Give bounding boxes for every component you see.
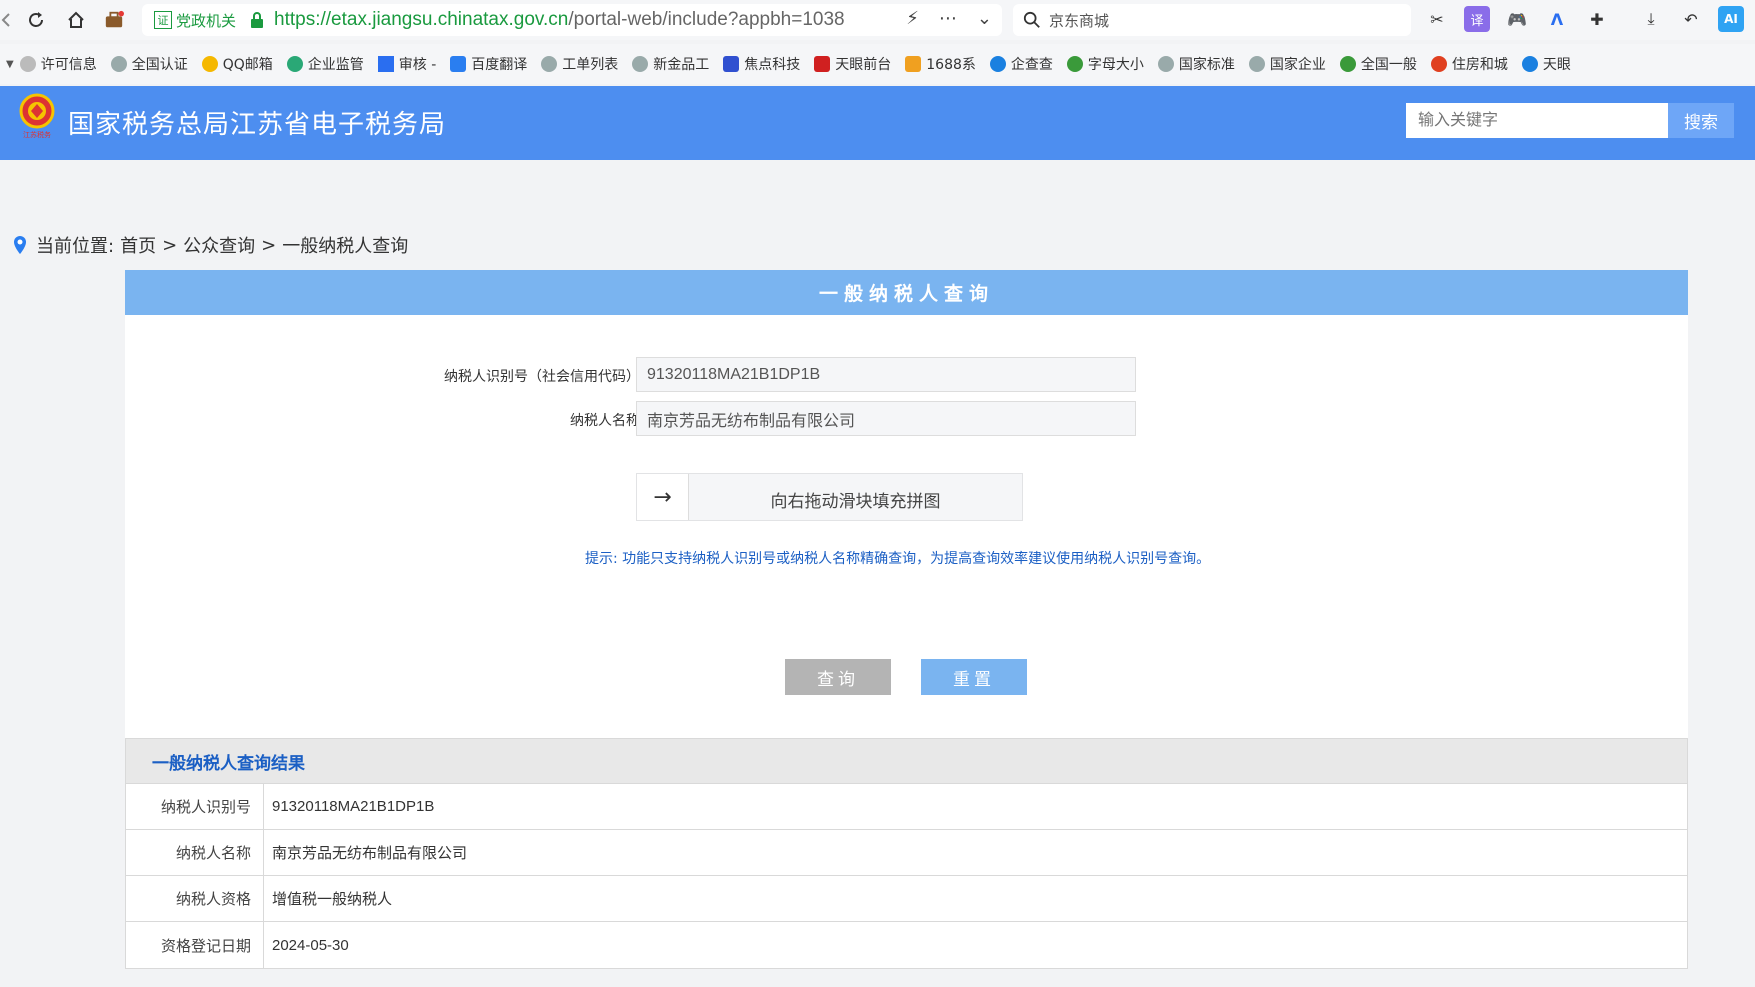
table-row: 纳税人资格 增值税一般纳税人 — [126, 876, 1687, 922]
url-path: /portal-web/include?appbh=1038 — [568, 9, 845, 30]
certificate-icon: 证 — [154, 11, 172, 29]
row-label: 纳税人资格 — [126, 876, 264, 921]
bookmark-item[interactable]: 住房和城 — [1430, 54, 1508, 74]
gov-badge: 证 党政机关 — [154, 10, 236, 31]
bookmark-item[interactable]: 字母大小 — [1066, 54, 1144, 74]
bookmark-item[interactable]: 企查查 — [989, 54, 1053, 74]
row-label: 纳税人名称 — [126, 830, 264, 875]
bookmark-item[interactable]: 全国一般 — [1339, 54, 1417, 74]
query-button[interactable]: 查询 — [785, 659, 891, 695]
breadcrumb-separator: > — [162, 234, 178, 256]
bookmark-item[interactable]: 工单列表 — [541, 54, 618, 74]
lightning-icon[interactable]: ⚡ — [906, 8, 919, 29]
search-icon — [1023, 11, 1040, 28]
query-panel: 一般纳税人查询 纳税人识别号（社会信用代码） 91320118MA21B1DP1… — [125, 270, 1688, 738]
table-row: 纳税人名称 南京芳品无纺布制品有限公司 — [126, 830, 1687, 876]
back-icon[interactable] — [0, 4, 12, 36]
search-button[interactable]: 搜索 — [1668, 103, 1734, 138]
browser-search[interactable]: 京东商城 — [1013, 4, 1411, 36]
bookmark-item[interactable]: 企业监管 — [286, 54, 364, 74]
bookmarks-menu-icon[interactable]: ▼ — [6, 59, 14, 70]
breadcrumb-label: 当前位置: — [36, 236, 115, 257]
undo-icon[interactable]: ↶ — [1678, 6, 1704, 32]
table-row: 资格登记日期 2024-05-30 — [126, 922, 1687, 968]
reset-button[interactable]: 重置 — [921, 659, 1027, 695]
scissors-icon[interactable]: ✂ — [1424, 6, 1450, 32]
briefcase-icon[interactable] — [98, 4, 130, 36]
ai-assistant-icon[interactable]: AI — [1718, 6, 1744, 32]
more-icon[interactable]: ⋯ — [939, 8, 957, 29]
bookmark-item[interactable]: 全国认证 — [110, 54, 188, 74]
bookmark-item[interactable]: 许可信息 — [19, 54, 97, 74]
row-value: 增值税一般纳税人 — [272, 891, 393, 908]
bookmark-item[interactable]: 焦点科技 — [723, 54, 800, 74]
result-title: 一般纳税人查询结果 — [126, 739, 1687, 784]
game-icon[interactable]: 🎮 — [1504, 6, 1530, 32]
keyword-search-input[interactable] — [1406, 103, 1668, 138]
slider-handle-arrow-icon[interactable]: → — [637, 474, 689, 520]
taxpayer-id-input[interactable]: 91320118MA21B1DP1B — [636, 357, 1136, 392]
reload-icon[interactable] — [20, 4, 52, 36]
chevron-down-icon[interactable]: ⌄ — [977, 8, 992, 29]
row-label: 资格登记日期 — [126, 922, 264, 968]
bookmark-item[interactable]: 天眼 — [1521, 54, 1571, 74]
taxpayer-name-row: 纳税人名称 南京芳品无纺布制品有限公司 — [125, 401, 1688, 437]
address-bar[interactable]: 证 党政机关 https://etax.jiangsu.chinatax.gov… — [142, 4, 1002, 36]
lock-icon — [251, 12, 264, 28]
translate-icon[interactable]: 译 — [1464, 6, 1490, 32]
breadcrumb: 当前位置: 首页 > 公众查询 > 一般纳税人查询 — [12, 232, 414, 258]
bookmark-item[interactable]: 百度翻译 — [450, 54, 527, 74]
taxpayer-id-row: 纳税人识别号（社会信用代码） 91320118MA21B1DP1B — [125, 357, 1688, 393]
row-value: 2024-05-30 — [272, 936, 349, 954]
taxpayer-name-input[interactable]: 南京芳品无纺布制品有限公司 — [636, 401, 1136, 436]
panel-title: 一般纳税人查询 — [125, 270, 1688, 315]
row-value: 南京芳品无纺布制品有限公司 — [272, 845, 468, 862]
tax-emblem-logo: 江苏税务 — [18, 93, 56, 139]
site-header: 江苏税务 国家税务总局江苏省电子税务局 搜索 — [0, 86, 1755, 160]
address-actions: ⚡ ⋯ ⌄ — [906, 8, 992, 29]
bookmark-item[interactable]: 1688系 — [905, 54, 976, 74]
bookmark-item[interactable]: QQ邮箱 — [201, 54, 273, 74]
breadcrumb-separator: > — [261, 234, 277, 256]
bookmarks-bar: ▼ 许可信息 全国认证 QQ邮箱 企业监管 审核 - 百度翻译 工单列表 新金品… — [0, 44, 1755, 84]
bookmark-item[interactable]: 新金品工 — [632, 54, 709, 74]
bookmark-item[interactable]: 国家标准 — [1157, 54, 1235, 74]
breadcrumb-current: 一般纳税人查询 — [282, 236, 409, 257]
taxpayer-name-label: 纳税人名称 — [570, 413, 640, 429]
gov-badge-label: 党政机关 — [176, 11, 237, 30]
browser-toolbar: 证 党政机关 https://etax.jiangsu.chinatax.gov… — [0, 0, 1755, 40]
captcha-slider: → 向右拖动滑块填充拼图 — [636, 473, 1023, 521]
extensions-icon[interactable]: ✚ — [1584, 6, 1610, 32]
taxpayer-id-label: 纳税人识别号（社会信用代码） — [444, 369, 640, 385]
url-text: https://etax.jiangsu.chinatax.gov.cn/por… — [274, 9, 845, 31]
breadcrumb-section[interactable]: 公众查询 — [183, 232, 255, 258]
ai-writing-icon[interactable]: Λ — [1544, 6, 1570, 32]
home-icon[interactable] — [60, 4, 92, 36]
row-value: 91320118MA21B1DP1B — [272, 798, 435, 815]
slider-hint-text: 向右拖动滑块填充拼图 — [770, 492, 941, 512]
browser-search-text: 京东商城 — [1049, 11, 1110, 30]
result-table: 一般纳税人查询结果 纳税人识别号 91320118MA21B1DP1B 纳税人名… — [125, 738, 1688, 969]
svg-text:江苏税务: 江苏税务 — [23, 130, 51, 139]
download-icon[interactable]: ⤓ — [1638, 6, 1664, 32]
bookmark-item[interactable]: 天眼前台 — [814, 54, 891, 74]
bookmark-item[interactable]: 国家企业 — [1248, 54, 1326, 74]
location-pin-icon — [14, 236, 26, 254]
row-label: 纳税人识别号 — [126, 784, 264, 829]
extension-icons: ✂ 译 🎮 Λ ✚ ⤓ ↶ AI — [1424, 6, 1744, 32]
query-tip: 提示: 功能只支持纳税人识别号或纳税人名称精确查询，为提高查询效率建议使用纳税人… — [585, 551, 1211, 567]
bookmark-item[interactable]: 审核 - — [377, 54, 436, 74]
url-host: https://etax.jiangsu.chinatax.gov.cn — [274, 9, 569, 30]
table-row: 纳税人识别号 91320118MA21B1DP1B — [126, 784, 1687, 830]
site-title: 国家税务总局江苏省电子税务局 — [68, 110, 447, 140]
breadcrumb-home[interactable]: 首页 — [120, 232, 156, 258]
